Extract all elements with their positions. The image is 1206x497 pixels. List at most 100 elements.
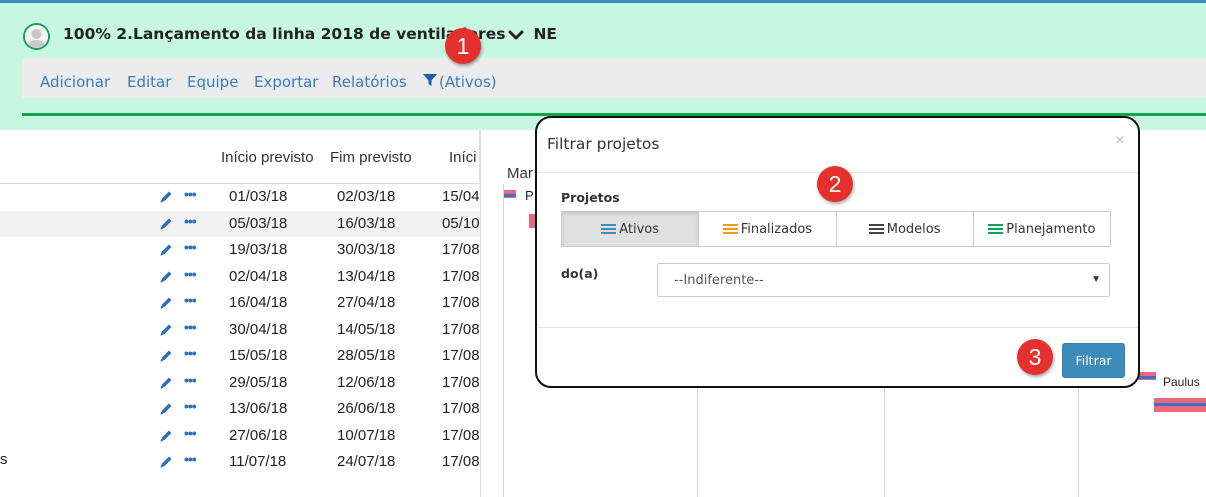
modal-title: Filtrar projetos	[547, 135, 660, 153]
table-row[interactable]: ••• 01/03/18 02/03/18 15/04	[0, 184, 480, 211]
more-options-icon[interactable]: •••	[184, 292, 197, 308]
cell-inicio-previsto: 05/03/18	[229, 214, 288, 232]
table-row[interactable]: ••• 27/06/18 10/07/18 17/08	[0, 423, 480, 450]
cell-inicio: 17/08	[442, 241, 480, 258]
menu-equipe[interactable]: Equipe	[187, 73, 238, 91]
project-title-tail: NE	[533, 25, 558, 43]
cell-inicio-previsto: 01/03/18	[229, 188, 288, 205]
cell-fim-previsto: 10/07/18	[337, 426, 396, 444]
list-icon	[868, 223, 884, 235]
table-row[interactable]: ••• 29/05/18 12/06/18 17/08	[0, 370, 480, 397]
cell-inicio-previsto: 19/03/18	[229, 241, 288, 258]
pencil-icon[interactable]	[158, 454, 174, 470]
col-inicio[interactable]: Iníci	[449, 149, 477, 166]
pencil-icon[interactable]	[158, 322, 174, 338]
table-row[interactable]: ••• 15/05/18 28/05/18 17/08	[0, 343, 480, 370]
pencil-icon[interactable]	[158, 242, 174, 258]
pencil-icon[interactable]	[158, 216, 174, 232]
cell-inicio-previsto: 02/04/18	[229, 267, 288, 285]
pencil-icon[interactable]	[158, 428, 174, 444]
more-options-icon[interactable]: •••	[184, 425, 197, 441]
more-options-icon[interactable]: •••	[184, 266, 197, 282]
gantt-progress-bar	[1154, 403, 1206, 406]
segment-label: Finalizados	[740, 221, 813, 237]
filter-icon[interactable]	[423, 73, 437, 87]
table-header: Início previsto Fim previsto Iníci	[0, 130, 480, 184]
segment-finalizados[interactable]: Finalizados	[699, 212, 837, 246]
table-row[interactable]: ••• 19/03/18 30/03/18 17/08	[0, 237, 480, 264]
projetos-label: Projetos	[561, 190, 620, 205]
doa-select[interactable]: --Indiferente-- ▼	[657, 263, 1110, 297]
doa-select-value: --Indiferente--	[674, 273, 764, 288]
menu-filter-status[interactable]: (Ativos)	[439, 73, 497, 91]
cell-inicio: 17/08	[442, 347, 480, 364]
more-options-icon[interactable]: •••	[184, 345, 197, 361]
menu-editar[interactable]: Editar	[127, 73, 171, 91]
cell-inicio-previsto: 13/06/18	[229, 400, 288, 417]
list-icon	[988, 223, 1004, 235]
cell-fim-previsto: 26/06/18	[337, 400, 396, 417]
cell-inicio-previsto: 29/05/18	[229, 373, 288, 391]
project-title[interactable]: 100% 2.Lançamento da linha 2018 de venti…	[63, 25, 557, 43]
pencil-icon[interactable]	[158, 295, 174, 311]
cell-fim-previsto: 24/07/18	[337, 453, 396, 470]
more-options-icon[interactable]: •••	[184, 239, 197, 255]
cell-inicio: 15/04	[442, 188, 480, 205]
cell-fim-previsto: 14/05/18	[337, 320, 396, 338]
cell-inicio: 17/08	[442, 400, 480, 417]
cell-inicio: 05/10	[442, 214, 480, 232]
col-inicio-previsto[interactable]: Início previsto	[221, 149, 314, 166]
cell-inicio: 17/08	[442, 453, 480, 470]
more-options-icon[interactable]: •••	[184, 372, 197, 388]
doa-label: do(a)	[561, 266, 599, 281]
cell-fim-previsto: 13/04/18	[337, 267, 396, 285]
more-options-icon[interactable]: •••	[184, 213, 197, 229]
pencil-icon[interactable]	[158, 348, 174, 364]
segment-label: Ativos	[619, 221, 660, 237]
pencil-icon[interactable]	[158, 375, 174, 391]
gantt-gridline	[1078, 388, 1079, 497]
more-options-icon[interactable]: •••	[184, 186, 197, 202]
filtrar-button[interactable]: Filtrar	[1062, 343, 1125, 378]
menu-exportar[interactable]: Exportar	[254, 73, 318, 91]
segment-ativos[interactable]: Ativos	[562, 212, 700, 246]
gantt-month-label: Mar	[507, 165, 533, 182]
cell-inicio: 17/08	[442, 373, 480, 391]
table-divider	[480, 130, 481, 497]
table-row[interactable]: ••• 13/06/18 26/06/18 17/08	[0, 396, 480, 423]
modal-divider	[537, 327, 1138, 328]
avatar[interactable]	[23, 23, 50, 50]
pencil-icon[interactable]	[158, 189, 174, 205]
cell-inicio-previsto: 15/05/18	[229, 347, 288, 364]
cell-inicio-previsto: 11/07/18	[229, 453, 287, 470]
step-badge-1: 1	[445, 28, 481, 64]
table-row[interactable]: ••• 30/04/18 14/05/18 17/08	[0, 317, 480, 344]
chevron-down-icon[interactable]	[507, 28, 525, 42]
segment-label: Modelos	[886, 221, 941, 237]
cell-inicio: 17/08	[442, 426, 480, 444]
segment-label: Planejamento	[1006, 221, 1096, 237]
table-row[interactable]: ••• 11/07/18 24/07/18 17/08	[0, 449, 480, 476]
table-row[interactable]: ••• 05/03/18 16/03/18 05/10	[0, 210, 480, 237]
table-row[interactable]: ••• 16/04/18 27/04/18 17/08	[0, 290, 480, 317]
segment-modelos[interactable]: Modelos	[836, 212, 974, 246]
cell-fim-previsto: 28/05/18	[337, 347, 396, 364]
more-options-icon[interactable]: •••	[184, 398, 197, 414]
segment-planejamento[interactable]: Planejamento	[973, 212, 1110, 246]
cell-inicio-previsto: 16/04/18	[229, 294, 288, 311]
step-badge-2: 2	[817, 166, 853, 202]
more-options-icon[interactable]: •••	[184, 319, 197, 335]
close-icon[interactable]: ×	[1115, 132, 1124, 150]
menu-adicionar[interactable]: Adicionar	[40, 73, 110, 91]
user-silhouette-icon	[25, 25, 48, 48]
project-title-text: 100% 2.Lançamento da linha 2018 de venti…	[63, 25, 506, 43]
menu-relatorios[interactable]: Relatórios	[332, 73, 407, 91]
task-name-fragment: s	[0, 451, 8, 468]
table-row[interactable]: ••• 02/04/18 13/04/18 17/08	[0, 264, 480, 291]
col-fim-previsto[interactable]: Fim previsto	[330, 149, 412, 166]
pencil-icon[interactable]	[158, 401, 174, 417]
more-options-icon[interactable]: •••	[184, 451, 197, 467]
step-badge-3: 3	[1017, 339, 1053, 375]
pencil-icon[interactable]	[158, 269, 174, 285]
cell-inicio-previsto: 30/04/18	[229, 320, 288, 338]
